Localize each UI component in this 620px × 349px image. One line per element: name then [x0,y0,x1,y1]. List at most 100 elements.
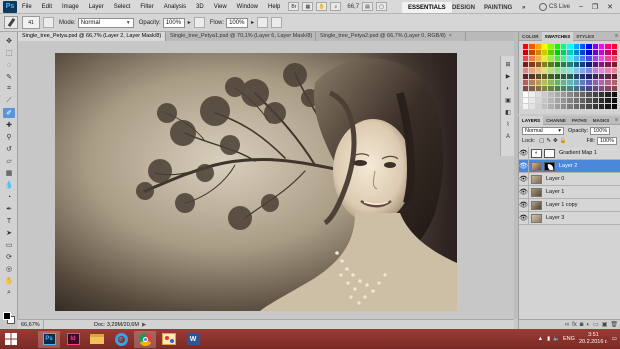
menu-view[interactable]: View [209,0,232,14]
color-swatch[interactable] [523,80,529,85]
color-swatch[interactable] [535,104,541,109]
color-swatch[interactable] [592,92,598,97]
color-swatch[interactable] [599,86,605,91]
zoom-tool-icon[interactable]: ⌕ [3,288,15,298]
new-layer-icon[interactable]: ▣ [602,321,608,328]
type-tool-icon[interactable]: T [3,216,15,226]
color-swatch[interactable] [554,62,560,67]
eye-icon[interactable]: 👁 [519,146,529,160]
color-swatch[interactable] [605,104,611,109]
color-swatch[interactable] [605,86,611,91]
color-swatch[interactable] [567,44,573,49]
color-swatch[interactable] [586,56,592,61]
tab-paths[interactable]: PATHS [569,116,590,125]
color-swatch[interactable] [542,62,548,67]
color-swatch[interactable] [529,62,535,67]
pressure-opacity-icon[interactable] [193,17,205,28]
color-swatch[interactable] [573,62,579,67]
tab-styles[interactable]: STYLES [573,32,597,41]
panel-menu-icon[interactable]: ≡ [615,33,620,39]
indesign-icon[interactable]: Id [62,331,84,348]
color-swatch[interactable] [611,80,617,85]
add-mask-icon[interactable]: ◙ [580,322,584,328]
color-swatch[interactable] [567,104,573,109]
color-swatch[interactable] [580,62,586,67]
color-swatch[interactable] [586,92,592,97]
color-swatch[interactable] [542,104,548,109]
tab-swatches[interactable]: SWATCHES [541,31,574,41]
eraser-tool-icon[interactable]: ▱ [3,156,15,166]
color-swatch[interactable] [542,80,548,85]
brush-panel-toggle-icon[interactable] [43,17,54,28]
start-button[interactable] [2,331,20,347]
blur-tool-icon[interactable]: 💧 [3,180,15,190]
color-swatch[interactable] [561,104,567,109]
color-swatch[interactable] [561,74,567,79]
color-swatch[interactable] [573,56,579,61]
color-swatch[interactable] [523,50,529,55]
chrome-icon[interactable] [134,330,156,348]
color-swatch[interactable] [580,92,586,97]
color-swatch[interactable] [592,80,598,85]
color-swatch[interactable] [542,56,548,61]
color-swatch[interactable] [542,50,548,55]
color-swatch[interactable] [586,74,592,79]
zoom-level-readout[interactable]: 66,7 [347,4,359,10]
bridge-button[interactable]: Br [288,2,300,11]
color-swatch[interactable] [573,98,579,103]
spot-healing-tool-icon[interactable]: ✚ [3,120,15,130]
eye-icon[interactable]: 👁 [519,172,529,186]
eye-icon[interactable]: 👁 [519,159,529,173]
move-tool-icon[interactable]: ✥ [3,36,15,46]
3d-rotate-tool-icon[interactable]: ⟳ [3,252,15,262]
internet-explorer-icon[interactable]: e [110,331,132,348]
gradient-tool-icon[interactable]: ▦ [3,168,15,178]
notifications-icon[interactable]: ▭ [612,336,617,342]
menu-filter[interactable]: Filter [135,0,158,14]
color-swatch[interactable] [535,74,541,79]
minimize-button[interactable]: – [575,1,587,12]
mode-select[interactable]: Normal ▼ [77,17,134,28]
color-swatch[interactable] [529,80,535,85]
color-swatch[interactable] [548,44,554,49]
3d-orbit-tool-icon[interactable]: ◎ [3,264,15,274]
color-swatch[interactable] [586,86,592,91]
color-swatch[interactable] [592,50,598,55]
color-swatch[interactable] [580,80,586,85]
color-swatch[interactable] [611,68,617,73]
color-swatch[interactable] [561,50,567,55]
color-swatch[interactable] [605,44,611,49]
color-swatch[interactable] [529,44,535,49]
color-swatch[interactable] [523,44,529,49]
color-swatch[interactable] [599,44,605,49]
color-swatch[interactable] [592,104,598,109]
color-swatch[interactable] [535,98,541,103]
layer-style-icon[interactable]: fx [572,322,577,328]
status-zoom[interactable]: 66,67% [18,319,44,330]
tab-document-2[interactable]: Single_tree_Petya1.psd @ 70,1% (Layer 6,… [166,32,316,41]
history-panel-icon[interactable]: ⊞ [503,60,513,69]
color-swatch[interactable] [573,104,579,109]
color-swatch[interactable] [548,92,554,97]
color-swatch[interactable] [542,44,548,49]
color-swatch[interactable] [605,68,611,73]
color-swatch[interactable] [599,74,605,79]
color-swatch[interactable] [567,92,573,97]
color-swatch[interactable] [580,104,586,109]
color-swatch[interactable] [611,56,617,61]
layer-row-layer-1[interactable]: 👁 Layer 1 [519,185,620,199]
color-swatch[interactable] [529,86,535,91]
menu-file[interactable]: File [17,0,37,14]
color-swatch[interactable] [548,86,554,91]
color-swatch[interactable] [586,80,592,85]
color-swatch[interactable] [592,56,598,61]
lasso-tool-icon[interactable]: ◌ [3,60,15,70]
tab-color[interactable]: COLOR [519,32,542,41]
color-swatch[interactable] [592,44,598,49]
color-swatch[interactable] [561,86,567,91]
network-icon[interactable]: ▮ [547,336,550,342]
color-swatch[interactable] [554,98,560,103]
paths-panel-icon[interactable]: ⌇ [503,120,513,129]
color-swatch[interactable] [529,104,535,109]
color-swatch[interactable] [554,86,560,91]
